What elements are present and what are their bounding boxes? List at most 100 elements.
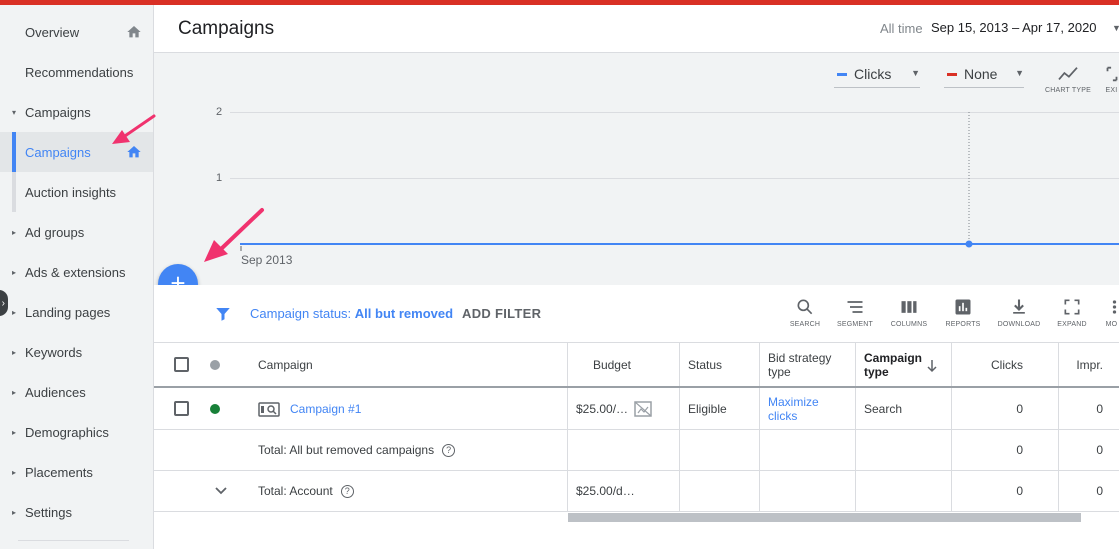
column-header-bid-strategy[interactable]: Bid strategy type bbox=[768, 343, 831, 386]
filter-icon[interactable] bbox=[214, 305, 232, 323]
sidebar-item-keywords[interactable]: ▸ Keywords bbox=[0, 332, 153, 372]
reports-icon bbox=[955, 299, 971, 315]
expand-button[interactable]: EXPAND bbox=[1050, 297, 1094, 328]
filter-value: All but removed bbox=[354, 306, 454, 321]
segment-icon bbox=[847, 301, 863, 313]
data-point[interactable] bbox=[965, 240, 973, 248]
page-title: Campaigns bbox=[178, 18, 275, 39]
segment-button[interactable]: SEGMENT bbox=[832, 297, 878, 328]
sidebar-item-demographics[interactable]: ▸ Demographics bbox=[0, 412, 153, 452]
sidebar-item-recommendations[interactable]: Recommendations bbox=[0, 52, 153, 92]
columns-icon bbox=[901, 301, 917, 313]
date-range-picker[interactable]: Sep 15, 2013 – Apr 17, 2020 bbox=[931, 20, 1097, 35]
column-header-campaign[interactable]: Campaign bbox=[258, 343, 313, 386]
add-filter-button[interactable]: ADD FILTER bbox=[462, 306, 541, 321]
clicks-cell: 0 bbox=[1016, 443, 1023, 457]
sidebar-item-label: Campaigns bbox=[25, 104, 91, 120]
tool-label: COLUMNS bbox=[890, 321, 928, 328]
sidebar-item-landing-pages[interactable]: ▸ Landing pages bbox=[0, 292, 153, 332]
row-status bbox=[210, 388, 220, 429]
selected-indicator bbox=[12, 132, 16, 172]
horizontal-scrollbar[interactable] bbox=[568, 513, 1081, 522]
chevron-right-icon: › bbox=[1, 297, 5, 309]
column-divider bbox=[567, 388, 568, 429]
campaign-status-filter[interactable]: Campaign status: All but removed bbox=[250, 306, 453, 321]
table-row[interactable]: Campaign #1 $25.00/… Eligible Maximize c… bbox=[154, 388, 1119, 430]
campaign-name-link[interactable]: Campaign #1 bbox=[290, 402, 361, 416]
download-button[interactable]: DOWNLOAD bbox=[994, 297, 1044, 328]
sidebar-item-settings[interactable]: ▸ Settings bbox=[0, 492, 153, 532]
performance-chart: Clicks ▼ None ▼ CHART TYPE EXI 2 1 Sep 2… bbox=[154, 53, 1119, 285]
tool-label: MO bbox=[1105, 321, 1118, 328]
clicks-cell: 0 bbox=[1016, 484, 1023, 498]
column-divider bbox=[759, 471, 760, 511]
column-divider bbox=[679, 430, 680, 470]
caret-right-icon: ▸ bbox=[12, 227, 17, 237]
total-label: Total: Account bbox=[258, 484, 333, 498]
select-all-checkbox[interactable] bbox=[174, 343, 189, 386]
more-button[interactable]: MO bbox=[1104, 297, 1119, 328]
annotation-arrow-icon bbox=[112, 114, 156, 144]
table-header-row: Campaign Budget Status Bid strategy type… bbox=[154, 343, 1119, 388]
caret-right-icon: ▸ bbox=[12, 427, 17, 437]
column-header-clicks[interactable]: Clicks bbox=[952, 343, 1023, 386]
header-line: Bid strategy bbox=[768, 350, 832, 365]
sidebar-item-label: Recommendations bbox=[25, 64, 134, 80]
bid-strategy-link[interactable]: Maximize clicks bbox=[768, 388, 819, 429]
column-divider bbox=[855, 471, 856, 511]
status-cell: Eligible bbox=[688, 401, 727, 416]
sidebar-item-audiences[interactable]: ▸ Audiences bbox=[0, 372, 153, 412]
impr-cell: 0 bbox=[1096, 484, 1103, 498]
total-label: Total: All but removed campaigns bbox=[258, 443, 435, 457]
expand-icon bbox=[1064, 299, 1080, 315]
sidebar-item-placements[interactable]: ▸ Placements bbox=[0, 452, 153, 492]
sidebar-item-auction-insights[interactable]: Auction insights bbox=[0, 172, 153, 212]
campaigns-table: Campaign Budget Status Bid strategy type… bbox=[154, 343, 1119, 513]
tool-label: SEGMENT bbox=[836, 321, 873, 328]
search-button[interactable]: SEARCH bbox=[782, 297, 828, 328]
column-divider bbox=[855, 388, 856, 429]
column-header-budget[interactable]: Budget bbox=[568, 343, 631, 386]
page-header: Campaigns All time Sep 15, 2013 – Apr 17… bbox=[154, 5, 1119, 53]
date-range-label: All time bbox=[880, 21, 923, 36]
more-vert-icon bbox=[1112, 300, 1116, 314]
caret-down-icon: ▾ bbox=[12, 107, 17, 117]
help-icon[interactable]: ? bbox=[340, 484, 354, 498]
status-dot-enabled bbox=[210, 403, 220, 414]
campaign-cell: Campaign #1 bbox=[258, 388, 361, 429]
sidebar-item-ad-groups[interactable]: ▸ Ad groups bbox=[0, 212, 153, 252]
column-header-status[interactable]: Status bbox=[688, 343, 722, 386]
column-divider bbox=[855, 343, 856, 386]
tool-label: DOWNLOAD bbox=[997, 321, 1041, 328]
header-line: type bbox=[864, 364, 889, 379]
status-column-header[interactable] bbox=[210, 343, 220, 386]
sidebar-item-label: Demographics bbox=[25, 424, 109, 440]
expand-total-toggle[interactable] bbox=[214, 471, 228, 511]
row-checkbox[interactable] bbox=[174, 388, 189, 429]
campaign-type-cell: Search bbox=[864, 401, 903, 416]
column-header-campaign-type[interactable]: Campaign type bbox=[864, 343, 922, 386]
reports-button[interactable]: REPORTS bbox=[940, 297, 986, 328]
chart-unavailable-icon[interactable] bbox=[634, 401, 652, 417]
search-campaign-icon bbox=[258, 401, 280, 417]
bid-line: clicks bbox=[768, 408, 798, 423]
caret-right-icon: ▸ bbox=[12, 387, 17, 397]
sidebar-item-ads-extensions[interactable]: ▸ Ads & extensions bbox=[0, 252, 153, 292]
chevron-down-icon[interactable]: ▼ bbox=[1112, 23, 1119, 33]
sidebar-item-label: Keywords bbox=[25, 344, 83, 360]
column-divider bbox=[759, 343, 760, 386]
help-icon[interactable]: ? bbox=[442, 443, 456, 457]
column-divider bbox=[679, 388, 680, 429]
table-total-row: Total: All but removed campaigns ? 0 0 bbox=[154, 430, 1119, 471]
sort-arrow-down-icon[interactable] bbox=[926, 359, 938, 373]
header-line: type bbox=[768, 364, 791, 379]
columns-button[interactable]: COLUMNS bbox=[886, 297, 932, 328]
sidebar-item-overview[interactable]: Overview bbox=[0, 12, 153, 52]
tool-label: REPORTS bbox=[945, 321, 981, 328]
sidebar-item-label: Campaigns bbox=[25, 144, 91, 160]
total-label-cell: Total: Account ? bbox=[258, 471, 354, 511]
column-header-impr[interactable]: Impr. bbox=[1059, 343, 1103, 386]
column-divider bbox=[679, 471, 680, 511]
filter-label: Campaign status: bbox=[250, 306, 352, 321]
bid-line: Maximize bbox=[768, 394, 819, 409]
